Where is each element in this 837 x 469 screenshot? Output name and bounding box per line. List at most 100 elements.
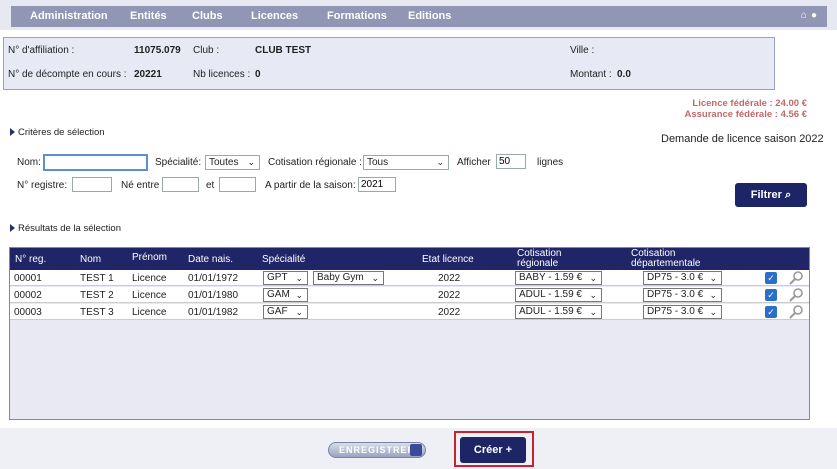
create-button[interactable]: Créer + (460, 437, 526, 463)
birth-to-input[interactable] (219, 177, 256, 192)
afficher-input[interactable] (496, 154, 526, 169)
specialite-row-select[interactable]: GAM ⌄ (263, 288, 308, 302)
ville-label: Ville : (570, 45, 595, 56)
home-icon[interactable]: ⌂ (801, 10, 811, 21)
cotisation-select-value: Tous (367, 157, 389, 168)
expand-triangle-icon (10, 224, 15, 232)
cell-nom: TEST 3 (80, 307, 114, 318)
specialite-row-select[interactable]: GPT ⌄ (263, 271, 308, 285)
chevron-down-icon: ⌄ (436, 157, 444, 167)
licence-fee: Licence fédérale : 24.00 € (692, 98, 807, 109)
search-icon: ⌕ (785, 189, 792, 201)
col-cot-dep: Cotisation départementale (631, 248, 701, 269)
sub-specialite-select[interactable]: Baby Gym ⌄ (313, 271, 384, 285)
lock-icon[interactable]: ● (811, 10, 821, 21)
cell-nom: TEST 2 (80, 290, 114, 301)
chevron-down-icon: ⌄ (589, 273, 597, 283)
lignes-label: lignes (537, 157, 564, 168)
results-title-text: Résultats de la sélection (18, 223, 121, 234)
cotisation-select[interactable]: Tous ⌄ (363, 155, 449, 170)
cell-prenom: Licence (132, 307, 167, 318)
cot-reg-select[interactable]: ADUL - 1.59 € ⌄ (515, 305, 602, 319)
row-checkbox[interactable]: ✓ (765, 272, 777, 284)
cell-etat: 2022 (438, 290, 461, 301)
montant-label: Montant : (570, 69, 612, 80)
et-label: et (206, 180, 215, 191)
registre-input[interactable] (72, 177, 112, 192)
ne-entre-label: Né entre (121, 180, 160, 191)
criteria-title[interactable]: Critères de sélection (10, 127, 105, 138)
chevron-down-icon: ⌄ (709, 290, 717, 300)
nav-item-entites[interactable]: Entités (130, 10, 167, 22)
chevron-down-icon: ⌄ (709, 307, 717, 317)
cell-nom: TEST 1 (80, 273, 114, 284)
table-header: N° reg. Nom Prénom Date nais. Spécialité… (10, 248, 809, 270)
saison-input[interactable] (358, 177, 396, 192)
nav-item-editions[interactable]: Editions (408, 10, 451, 22)
nav-icons: ⌂● (801, 10, 821, 21)
save-button-label: ENREGISTRER (339, 445, 416, 455)
fees-block: Licence fédérale : 24.00 € Assurance féd… (684, 98, 807, 120)
cell-reg: 00003 (14, 307, 42, 318)
magnifier-icon[interactable] (788, 270, 804, 286)
save-button[interactable]: ENREGISTRER (328, 442, 426, 458)
cot-reg-value: BABY - 1.59 € (519, 272, 583, 283)
criteria-title-text: Critères de sélection (18, 127, 105, 138)
filter-button-label: Filtrer (750, 189, 782, 201)
nav-item-administration[interactable]: Administration (30, 10, 108, 22)
specialite-row-select[interactable]: GAF ⌄ (263, 305, 308, 319)
specialite-select[interactable]: Toutes ⌄ (205, 155, 260, 170)
specialite-label: Spécialité: (155, 157, 202, 168)
floppy-icon (410, 444, 422, 456)
specialite-row-value: GAF (267, 306, 288, 317)
cell-prenom: Licence (132, 273, 167, 284)
chevron-down-icon: ⌄ (247, 157, 255, 167)
montant-value: 0.0 (617, 69, 631, 80)
cell-date: 01/01/1982 (188, 307, 239, 318)
registre-label: N° registre: (17, 180, 68, 191)
cell-date: 01/01/1980 (188, 290, 239, 301)
main-nav: Administration Entités Clubs Licences Fo… (11, 6, 827, 27)
magnifier-icon[interactable] (788, 304, 804, 320)
nav-item-licences[interactable]: Licences (251, 10, 298, 22)
table-row[interactable]: 00003 TEST 3 Licence 01/01/1982 GAF ⌄ 202… (10, 304, 809, 320)
specialite-select-value: Toutes (209, 157, 239, 168)
cell-reg: 00001 (14, 273, 42, 284)
chevron-down-icon: ⌄ (295, 273, 303, 283)
cot-reg-select[interactable]: BABY - 1.59 € ⌄ (515, 271, 602, 285)
col-prenom: Prénom (132, 252, 168, 263)
saison-label: A partir de la saison: (265, 180, 356, 191)
results-title[interactable]: Résultats de la sélection (10, 223, 121, 234)
table-row[interactable]: 00001 TEST 1 Licence 01/01/1972 GPT ⌄ Bab… (10, 270, 809, 286)
cot-reg-value: ADUL - 1.59 € (519, 306, 582, 317)
assurance-fee: Assurance fédérale : 4.56 € (684, 109, 807, 120)
chevron-down-icon: ⌄ (295, 290, 303, 300)
nav-item-clubs[interactable]: Clubs (192, 10, 223, 22)
nom-input[interactable] (43, 154, 148, 171)
col-reg: N° reg. (15, 254, 47, 265)
col-etat: Etat licence (422, 254, 474, 265)
cot-dep-select[interactable]: DP75 - 3.0 € ⌄ (643, 288, 722, 302)
club-value: CLUB TEST (255, 45, 312, 56)
chevron-down-icon: ⌄ (295, 307, 303, 317)
table-row[interactable]: 00002 TEST 2 Licence 01/01/1980 GAM ⌄ 202… (10, 287, 809, 303)
cot-dep-value: DP75 - 3.0 € (647, 289, 704, 300)
cot-dep-select[interactable]: DP75 - 3.0 € ⌄ (643, 271, 722, 285)
cot-dep-value: DP75 - 3.0 € (647, 272, 704, 283)
nom-label: Nom: (17, 157, 41, 168)
cot-reg-select[interactable]: ADUL - 1.59 € ⌄ (515, 288, 602, 302)
decompte-value: 20221 (134, 69, 162, 80)
row-checkbox[interactable]: ✓ (765, 289, 777, 301)
affiliation-label: N° d'affiliation : (8, 45, 75, 56)
cot-dep-select[interactable]: DP75 - 3.0 € ⌄ (643, 305, 722, 319)
cot-reg-value: ADUL - 1.59 € (519, 289, 582, 300)
nav-item-formations[interactable]: Formations (327, 10, 387, 22)
specialite-row-value: GPT (267, 272, 288, 283)
chevron-down-icon: ⌄ (589, 307, 597, 317)
birth-from-input[interactable] (162, 177, 199, 192)
cell-date: 01/01/1972 (188, 273, 239, 284)
magnifier-icon[interactable] (788, 287, 804, 303)
row-checkbox[interactable]: ✓ (765, 306, 777, 318)
col-cot-reg: Cotisation régionale (517, 248, 562, 269)
filter-button[interactable]: Filtrer ⌕ (735, 183, 807, 207)
